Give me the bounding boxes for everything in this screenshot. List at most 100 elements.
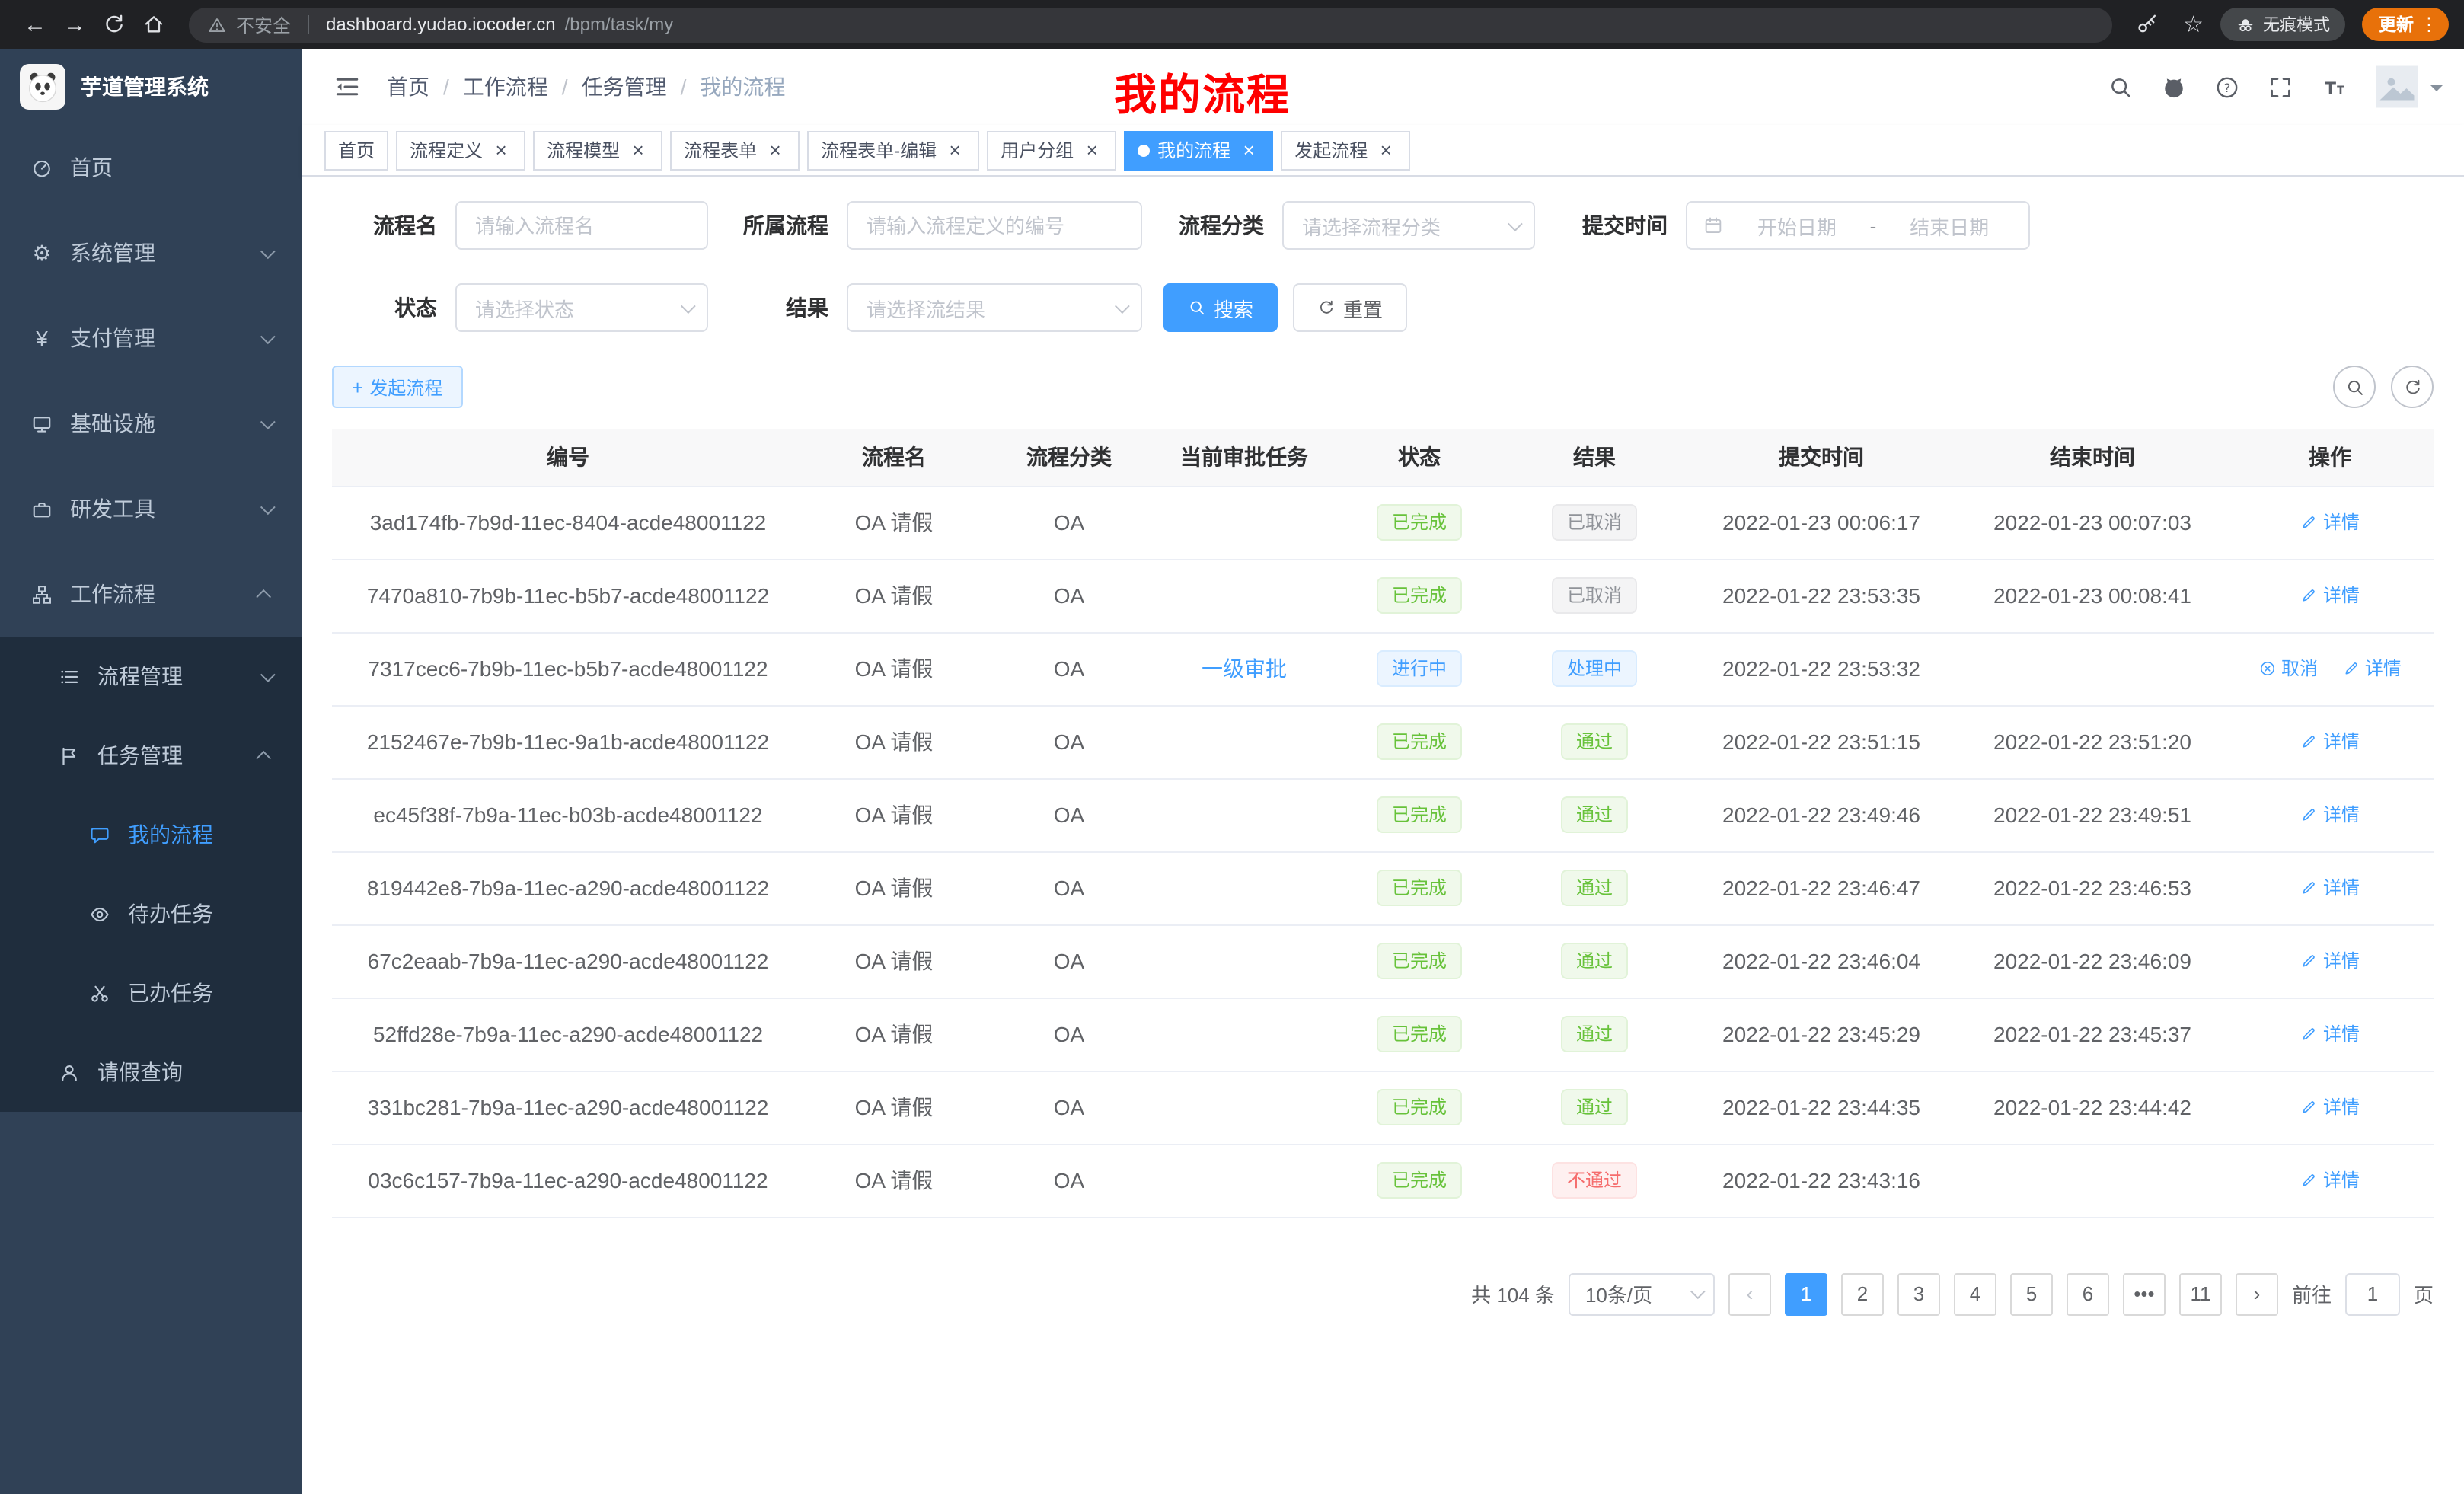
tab[interactable]: 流程定义 ×	[396, 130, 525, 170]
submit-time-range-picker[interactable]: 开始日期 - 结束日期	[1686, 201, 2030, 250]
sidebar-item-todo-tasks[interactable]: 待办任务	[0, 874, 302, 953]
address-bar[interactable]: 不安全 dashboard.yudao.iocoder.cn/bpm/task/…	[189, 7, 2111, 42]
reload-button[interactable]	[94, 5, 134, 44]
breadcrumb-item-home[interactable]: 首页	[387, 72, 429, 102]
tab[interactable]: 用户分组 ×	[987, 130, 1116, 170]
page-button[interactable]: 5	[2010, 1272, 2053, 1315]
detail-link[interactable]: 详情	[2300, 729, 2360, 755]
category-select[interactable]: 请选择流程分类	[1282, 201, 1535, 250]
header-search-button[interactable]	[2095, 62, 2146, 112]
result-badge: 通过	[1561, 796, 1628, 833]
help-button[interactable]	[2202, 62, 2252, 112]
prev-page-button[interactable]: ‹	[1728, 1272, 1771, 1315]
result-select[interactable]: 请选择流结果	[847, 283, 1142, 332]
detail-link[interactable]: 详情	[2300, 948, 2360, 974]
detail-link[interactable]: 详情	[2300, 1021, 2360, 1047]
sidebar-item-label: 研发工具	[70, 493, 155, 524]
cell-end-time: 2022-01-23 00:07:03	[1958, 486, 2226, 559]
edit-icon	[2300, 586, 2319, 605]
detail-link[interactable]: 详情	[2300, 1167, 2360, 1193]
process-definition-input[interactable]	[847, 201, 1142, 250]
tab[interactable]: 我的流程 ×	[1124, 130, 1273, 170]
page-size-value: 10条/页	[1585, 1279, 1652, 1308]
close-icon[interactable]: ×	[1238, 139, 1259, 161]
close-icon[interactable]: ×	[1375, 139, 1396, 161]
start-date-placeholder[interactable]: 开始日期	[1733, 211, 1861, 240]
sidebar-item-done-tasks[interactable]: 已办任务	[0, 953, 302, 1033]
cell-result: 通过	[1505, 851, 1684, 924]
next-page-button[interactable]: ›	[2236, 1272, 2278, 1315]
page-size-select[interactable]: 10条/页	[1569, 1272, 1715, 1315]
detail-link[interactable]: 详情	[2300, 1094, 2360, 1120]
tab[interactable]: 发起流程 ×	[1281, 130, 1410, 170]
sidebar-item-process-mgmt[interactable]: 流程管理	[0, 637, 302, 716]
close-icon[interactable]: ×	[490, 139, 512, 161]
page-button[interactable]: 6	[2067, 1272, 2109, 1315]
refresh-table-button[interactable]	[2391, 366, 2434, 408]
tab[interactable]: 流程表单-编辑 ×	[807, 130, 979, 170]
close-icon[interactable]: ×	[764, 139, 786, 161]
sidebar-item-workflow[interactable]: 工作流程	[0, 551, 302, 637]
search-button[interactable]: 搜索	[1163, 283, 1278, 332]
reset-button[interactable]: 重置	[1293, 283, 1407, 332]
monitor-icon	[30, 412, 53, 435]
sidebar-toggle-button[interactable]	[323, 62, 372, 111]
detail-link[interactable]: 详情	[2300, 802, 2360, 828]
date-range-separator: -	[1870, 214, 1877, 237]
sidebar-item-leave-query[interactable]: 请假查询	[0, 1033, 302, 1112]
detail-link[interactable]: 详情	[2342, 656, 2402, 682]
home-button[interactable]	[134, 5, 174, 44]
tab[interactable]: 流程表单 ×	[670, 130, 800, 170]
detail-link[interactable]: 详情	[2300, 875, 2360, 901]
font-size-button[interactable]	[2309, 62, 2359, 112]
current-task-link[interactable]: 一级审批	[1202, 656, 1287, 681]
goto-page-input[interactable]	[2345, 1272, 2400, 1315]
create-process-button[interactable]: + 发起流程	[332, 366, 462, 408]
password-key-button[interactable]	[2127, 5, 2166, 44]
pagination-total: 共 104 条	[1471, 1279, 1555, 1308]
key-icon	[2134, 12, 2159, 37]
app-frame: 芋道管理系统 首页 ⚙ 系统管理 ¥ 支付管理	[0, 49, 2464, 1494]
tab-label: 用户分组	[1001, 137, 1074, 163]
sidebar-item-system[interactable]: ⚙ 系统管理	[0, 210, 302, 295]
close-icon[interactable]: ×	[944, 139, 965, 161]
detail-link[interactable]: 详情	[2300, 583, 2360, 608]
tab[interactable]: 首页 ×	[324, 130, 388, 170]
end-date-placeholder[interactable]: 结束日期	[1885, 211, 2013, 240]
sidebar-item-home[interactable]: 首页	[0, 125, 302, 210]
close-icon[interactable]: ×	[1081, 139, 1103, 161]
page-button[interactable]: 11	[2179, 1272, 2222, 1315]
back-icon: ←	[24, 11, 46, 37]
user-menu[interactable]	[2374, 64, 2443, 110]
github-button[interactable]	[2149, 62, 2199, 112]
status-badge: 已完成	[1377, 577, 1462, 614]
sidebar-item-infra[interactable]: 基础设施	[0, 381, 302, 466]
page-button[interactable]: 3	[1897, 1272, 1940, 1315]
process-name-input[interactable]	[455, 201, 708, 250]
fullscreen-button[interactable]	[2255, 62, 2306, 112]
forward-button[interactable]: →	[55, 5, 94, 44]
status-select[interactable]: 请选择状态	[455, 283, 708, 332]
back-button[interactable]: ←	[15, 5, 55, 44]
page-button[interactable]: 1	[1785, 1272, 1827, 1315]
sidebar-item-task-mgmt[interactable]: 任务管理	[0, 716, 302, 795]
bookmark-star-button[interactable]: ☆	[2183, 13, 2204, 36]
page-button[interactable]: 4	[1954, 1272, 1996, 1315]
tab-label: 首页	[338, 137, 375, 163]
cell-submit-time: 2022-01-23 00:06:17	[1684, 486, 1958, 559]
cancel-link[interactable]: 取消	[2258, 656, 2318, 682]
close-icon[interactable]: ×	[627, 139, 649, 161]
sidebar-item-pay[interactable]: ¥ 支付管理	[0, 295, 302, 381]
edit-icon	[2300, 952, 2319, 970]
sidebar-item-devtools[interactable]: 研发工具	[0, 466, 302, 551]
page-button[interactable]: •••	[2123, 1272, 2166, 1315]
cell-id: 52ffd28e-7b9a-11ec-a290-acde48001122	[332, 998, 804, 1071]
breadcrumb-item-workflow: 工作流程	[429, 72, 548, 102]
page-button[interactable]: 2	[1841, 1272, 1884, 1315]
detail-link[interactable]: 详情	[2300, 509, 2360, 535]
sidebar-item-my-process[interactable]: 我的流程	[0, 795, 302, 874]
toggle-search-button[interactable]	[2333, 366, 2376, 408]
tab[interactable]: 流程模型 ×	[533, 130, 662, 170]
sidebar-item-label: 工作流程	[70, 579, 155, 609]
update-browser-button[interactable]: 更新 ⋮	[2362, 8, 2449, 41]
